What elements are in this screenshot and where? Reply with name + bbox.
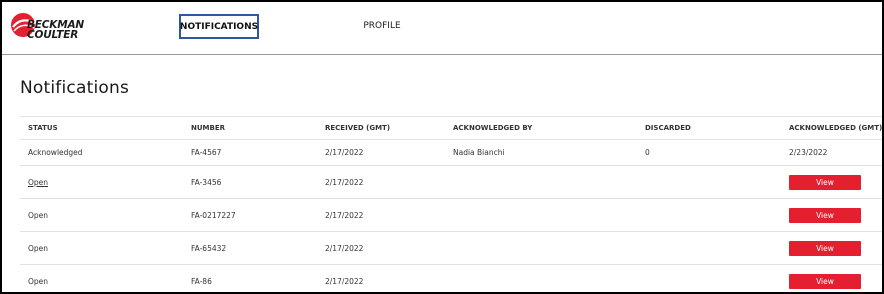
notifications-table: STATUS NUMBER RECEIVED (GMT) ACKNOWLEDGE… bbox=[20, 116, 882, 292]
nav-tab-profile[interactable]: PROFILE bbox=[352, 19, 412, 33]
table-row: Open FA-86 2/17/2022 View bbox=[20, 264, 882, 292]
cell-number: FA-65432 bbox=[183, 231, 317, 265]
cell-acknowledged-by bbox=[445, 231, 637, 265]
view-button[interactable]: View bbox=[789, 240, 861, 256]
cell-action: View bbox=[781, 198, 882, 232]
cell-action: View bbox=[781, 264, 882, 292]
cell-received: 2/17/2022 bbox=[317, 139, 445, 166]
nav-tab-notifications[interactable]: NOTIFICATIONS bbox=[179, 14, 259, 39]
cell-received: 2/17/2022 bbox=[317, 264, 445, 292]
logo-line-2: COULTER bbox=[27, 29, 79, 41]
cell-discarded bbox=[637, 165, 781, 199]
table-header-row: STATUS NUMBER RECEIVED (GMT) ACKNOWLEDGE… bbox=[20, 116, 882, 140]
cell-discarded bbox=[637, 264, 781, 292]
column-header-number[interactable]: NUMBER bbox=[183, 116, 317, 140]
column-header-received[interactable]: RECEIVED (GMT) bbox=[317, 116, 445, 140]
cell-acknowledged-by: Nadia Bianchi bbox=[445, 139, 637, 166]
cell-number: FA-3456 bbox=[183, 165, 317, 199]
cell-status: Open bbox=[20, 264, 183, 292]
column-header-acknowledged-by[interactable]: ACKNOWLEDGED BY bbox=[445, 116, 637, 140]
status-open-link[interactable]: Open bbox=[28, 178, 48, 187]
cell-acknowledged-by bbox=[445, 198, 637, 232]
cell-received: 2/17/2022 bbox=[317, 165, 445, 199]
beckman-coulter-logo[interactable]: BECKMAN COULTER bbox=[9, 11, 95, 47]
cell-number: FA-0217227 bbox=[183, 198, 317, 232]
page-title: Notifications bbox=[20, 78, 129, 98]
cell-status: Open bbox=[20, 198, 183, 232]
app-frame: BECKMAN COULTER NOTIFICATIONS PROFILE No… bbox=[0, 0, 884, 294]
cell-acknowledged-by bbox=[445, 165, 637, 199]
cell-status: Acknowledged bbox=[20, 139, 183, 166]
top-header: BECKMAN COULTER NOTIFICATIONS PROFILE bbox=[2, 2, 882, 55]
column-header-acknowledged[interactable]: ACKNOWLEDGED (GMT) bbox=[781, 116, 882, 140]
cell-received: 2/17/2022 bbox=[317, 198, 445, 232]
cell-number: FA-4567 bbox=[183, 139, 317, 166]
view-button[interactable]: View bbox=[789, 273, 861, 289]
table-row: Open FA-0217227 2/17/2022 View bbox=[20, 198, 882, 232]
cell-discarded bbox=[637, 198, 781, 232]
column-header-discarded[interactable]: DISCARDED bbox=[637, 116, 781, 140]
table-row: Open FA-3456 2/17/2022 View bbox=[20, 165, 882, 199]
table-row: Acknowledged FA-4567 2/17/2022 Nadia Bia… bbox=[20, 139, 882, 166]
view-button[interactable]: View bbox=[789, 174, 861, 190]
cell-number: FA-86 bbox=[183, 264, 317, 292]
view-button[interactable]: View bbox=[789, 207, 861, 223]
cell-status: Open bbox=[20, 165, 183, 199]
cell-received: 2/17/2022 bbox=[317, 231, 445, 265]
logo-wordmark: BECKMAN COULTER bbox=[27, 20, 84, 41]
cell-status: Open bbox=[20, 231, 183, 265]
cell-action: View bbox=[781, 165, 882, 199]
cell-acknowledged: 2/23/2022 bbox=[781, 139, 882, 166]
cell-action: View bbox=[781, 231, 882, 265]
cell-acknowledged-by bbox=[445, 264, 637, 292]
cell-discarded bbox=[637, 231, 781, 265]
cell-discarded: 0 bbox=[637, 139, 781, 166]
table-row: Open FA-65432 2/17/2022 View bbox=[20, 231, 882, 265]
column-header-status[interactable]: STATUS bbox=[20, 116, 183, 140]
